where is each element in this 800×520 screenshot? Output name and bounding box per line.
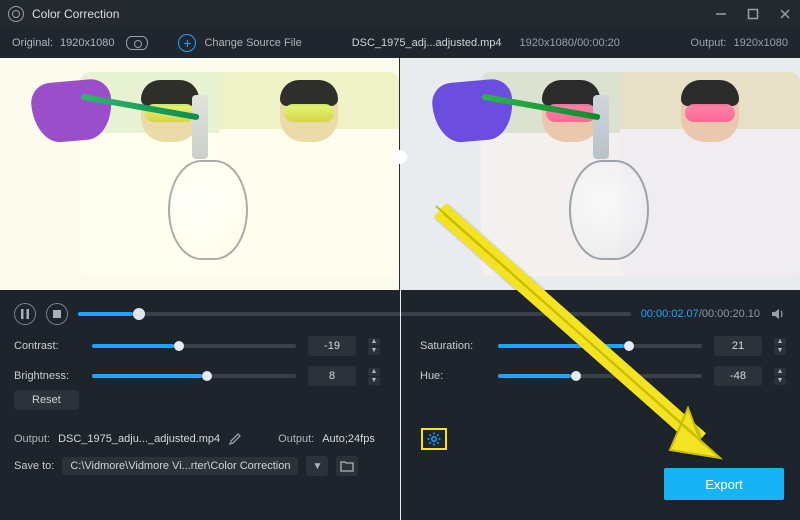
compare-toggle-icon[interactable] [126,36,148,50]
original-value: 1920x1080 [60,37,114,49]
seek-track[interactable] [78,312,631,316]
contrast-label: Contrast: [14,340,80,352]
pause-button[interactable] [14,303,36,325]
compare-divider-handle[interactable] [393,150,407,164]
output-file-label: Output: [14,433,50,445]
output-fmt-label: Output: [278,433,314,445]
saturation-row: Saturation: 21 ▲▼ [420,336,786,356]
timecode: 00:00:02.07/00:00:20.10 [641,308,760,320]
time-total: 00:00:20.10 [702,308,760,320]
minimize-button[interactable] [714,7,728,21]
app-logo-icon [8,6,24,22]
hue-slider[interactable] [498,374,702,378]
output-label: Output: [690,37,726,49]
header-bar: Original: 1920x1080 + Change Source File… [0,28,800,58]
original-label: Original: [12,37,53,49]
saturation-label: Saturation: [420,340,486,352]
hue-label: Hue: [420,370,486,382]
stop-button[interactable] [46,303,68,325]
source-meta: 1920x1080/00:00:20 [520,37,620,49]
maximize-button[interactable] [746,7,760,21]
preview-right [399,58,800,290]
saturation-slider[interactable] [498,344,702,348]
source-filename: DSC_1975_adj...adjusted.mp4 [352,37,502,49]
brightness-row: Brightness: 8 ▲▼ [14,366,380,386]
output-fmt-value: Auto;24fps [322,433,375,445]
titlebar: Color Correction [0,0,800,28]
preview-left [0,58,399,290]
save-path-dropdown[interactable]: ▼ [306,456,328,476]
hue-row: Hue: -48 ▲▼ [420,366,786,386]
source-res: 1920x1080 [520,37,574,49]
source-dur: 00:00:20 [577,37,620,49]
settings-highlight [421,428,447,450]
output-file-value: DSC_1975_adju..._adjusted.mp4 [58,433,220,445]
hue-value[interactable]: -48 [714,366,762,386]
add-source-button[interactable]: + [178,34,196,52]
open-folder-icon[interactable] [336,456,358,476]
brightness-label: Brightness: [14,370,80,382]
brightness-value[interactable]: 8 [308,366,356,386]
reset-button[interactable]: Reset [14,390,79,410]
contrast-spinner[interactable]: ▲▼ [368,338,380,355]
close-button[interactable] [778,7,792,21]
contrast-value[interactable]: -19 [308,336,356,356]
export-button[interactable]: Export [664,468,784,500]
preview-area [0,58,800,290]
original-res-label: Original: 1920x1080 [12,37,114,49]
saturation-value[interactable]: 21 [714,336,762,356]
compare-divider[interactable] [400,58,401,520]
seek-thumb[interactable] [133,308,145,320]
brightness-slider[interactable] [92,374,296,378]
settings-gear-icon[interactable] [427,432,441,446]
contrast-slider[interactable] [92,344,296,348]
change-source-link[interactable]: Change Source File [204,37,301,49]
save-path[interactable]: C:\Vidmore\Vidmore Vi...rter\Color Corre… [62,457,298,475]
saturation-spinner[interactable]: ▲▼ [774,338,786,355]
contrast-row: Contrast: -19 ▲▼ [14,336,380,356]
window-title: Color Correction [32,7,119,21]
brightness-spinner[interactable]: ▲▼ [368,368,380,385]
save-label: Save to: [14,460,54,472]
time-current: 00:00:02.07 [641,308,699,320]
output-value: 1920x1080 [734,37,788,49]
output-res: Output: 1920x1080 [690,37,788,49]
volume-icon[interactable] [770,306,786,322]
hue-spinner[interactable]: ▲▼ [774,368,786,385]
rename-icon[interactable] [228,432,242,446]
